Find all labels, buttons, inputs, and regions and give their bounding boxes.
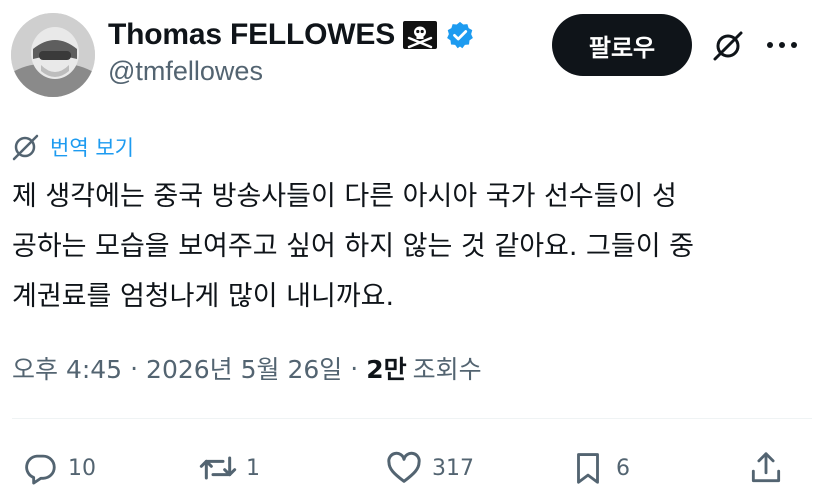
meta-separator: · — [350, 353, 359, 383]
reply-button[interactable]: 10 — [20, 446, 96, 490]
action-bar: 10 1 317 6 — [0, 440, 824, 496]
bookmark-icon — [568, 448, 608, 488]
tweet-text-line: 제 생각에는 중국 방송사들이 다른 아시아 국가 선수들이 성 — [12, 181, 677, 212]
reply-icon — [20, 448, 60, 488]
follow-button[interactable]: 팔로우 — [552, 14, 692, 76]
like-count: 317 — [432, 455, 474, 481]
tweet-time[interactable]: 오후 4:45 — [12, 350, 122, 386]
author-name-row: Thomas FELLOWES — [108, 14, 475, 56]
retweet-button[interactable]: 1 — [198, 446, 260, 490]
translate-link[interactable]: 번역 보기 — [10, 132, 134, 162]
bookmark-button[interactable]: 6 — [568, 446, 630, 490]
meta-separator: · — [130, 353, 139, 383]
grok-icon[interactable] — [708, 26, 748, 66]
heart-icon — [384, 448, 424, 488]
reply-count: 10 — [68, 455, 96, 481]
more-icon[interactable] — [762, 30, 802, 60]
tweet-text: 제 생각에는 중국 방송사들이 다른 아시아 국가 선수들이 성 공하는 모습을… — [12, 172, 812, 322]
skull-crossbones-icon — [403, 21, 438, 49]
like-button[interactable]: 317 — [384, 446, 474, 490]
author-handle[interactable]: @tmfellowes — [108, 56, 263, 87]
translate-icon — [10, 132, 40, 162]
retweet-count: 1 — [246, 455, 260, 481]
retweet-icon — [198, 448, 238, 488]
avatar[interactable] — [11, 13, 95, 97]
verified-badge-icon[interactable] — [445, 20, 475, 50]
share-button[interactable] — [746, 446, 786, 490]
bookmark-count: 6 — [616, 455, 630, 481]
tweet-date[interactable]: 2026년 5월 26일 — [146, 350, 342, 386]
share-icon — [746, 448, 786, 488]
author-display-name[interactable]: Thomas FELLOWES — [108, 18, 395, 52]
avatar-image — [11, 13, 95, 97]
tweet-header: Thomas FELLOWES @tmfellowes 팔로우 — [0, 0, 824, 120]
translate-label[interactable]: 번역 보기 — [50, 132, 134, 162]
tweet-metadata: 오후 4:45 · 2026년 5월 26일 · 2만 조회수 — [12, 348, 482, 388]
views-label: 조회수 — [412, 355, 482, 384]
tweet-text-line: 공하는 모습을 보여주고 싶어 하지 않는 것 같아요. 그들이 중 — [12, 231, 694, 262]
divider — [12, 418, 812, 419]
tweet-text-line: 계권료를 엄청나게 많이 내니까요. — [12, 281, 395, 312]
views-count: 2만 — [366, 355, 407, 384]
